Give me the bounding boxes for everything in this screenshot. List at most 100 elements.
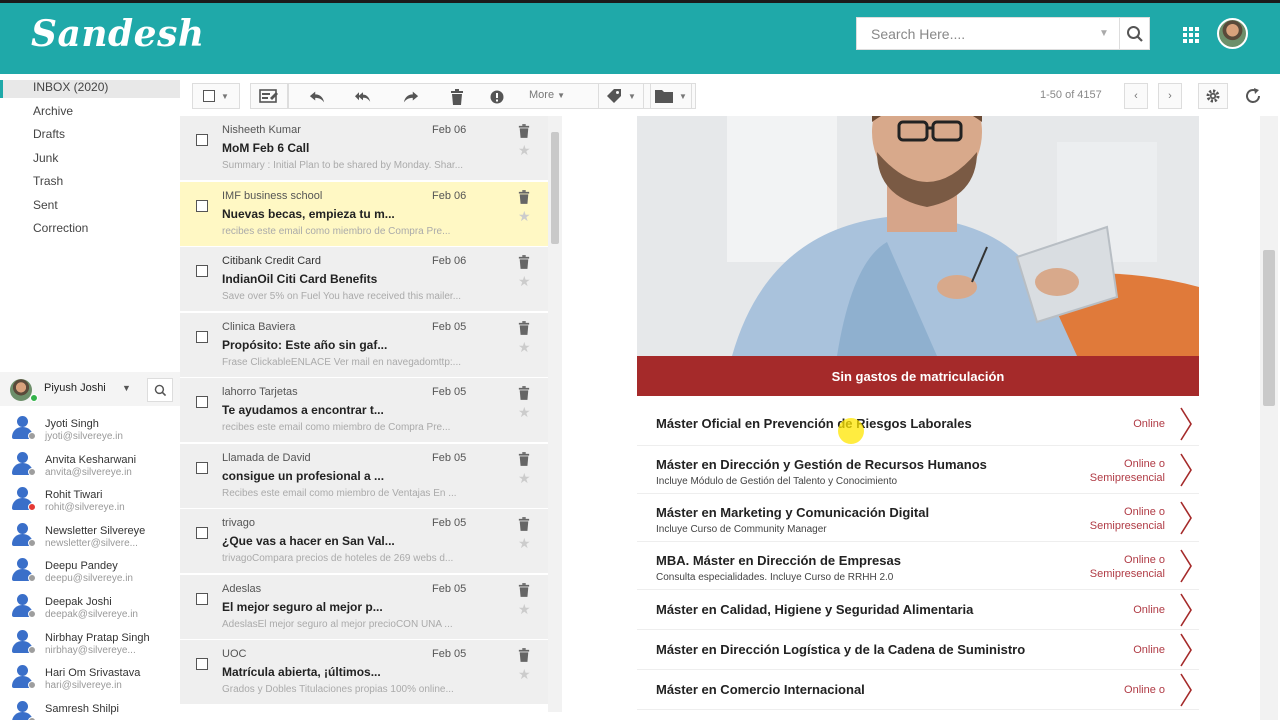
delete-icon[interactable]: [518, 189, 530, 209]
folder-drafts[interactable]: Drafts: [33, 127, 65, 145]
search-input[interactable]: [857, 18, 1119, 49]
star-icon[interactable]: ★: [518, 535, 531, 552]
mail-checkbox[interactable]: [196, 658, 208, 670]
delete-icon[interactable]: [518, 517, 530, 536]
forward-icon[interactable]: [403, 89, 419, 105]
course-row[interactable]: Máster en Marketing y Comunicación Digit…: [637, 494, 1199, 542]
mail-checkbox[interactable]: [196, 330, 208, 343]
contact-item[interactable]: Anvita Kesharwani anvita@silvereye.in: [0, 448, 180, 484]
mail-row[interactable]: Nisheeth Kumar Feb 06 MoM Feb 6 Call Summar…: [180, 116, 548, 181]
delete-icon[interactable]: [518, 124, 530, 143]
folder-trash[interactable]: Trash: [33, 174, 63, 192]
star-icon[interactable]: ★: [518, 273, 531, 290]
contact-item[interactable]: Jyoti Singh jyoti@silvereye.in: [0, 412, 180, 448]
mail-checkbox[interactable]: [196, 592, 208, 605]
mail-subject: MoM Feb 6 Call: [222, 141, 310, 155]
star-icon[interactable]: ★: [518, 601, 531, 618]
compose-button[interactable]: [250, 83, 288, 109]
apps-grid-icon[interactable]: [1183, 27, 1199, 43]
contact-item[interactable]: Samresh Shilpi: [0, 697, 180, 720]
course-row[interactable]: Máster Oficial en Prevención de Riesgos …: [637, 402, 1199, 446]
next-page-button[interactable]: ›: [1158, 83, 1182, 109]
mail-row[interactable]: Clinica Baviera Feb 05 Propósito: Este año…: [180, 312, 548, 378]
course-mode-line: Semipresencial: [1089, 472, 1165, 484]
delete-icon[interactable]: [518, 648, 530, 667]
refresh-icon[interactable]: [1244, 87, 1262, 110]
select-all-button[interactable]: ▼: [192, 83, 240, 109]
folder-inbox[interactable]: INBOX (2020): [0, 80, 180, 98]
chevron-right-icon[interactable]: [1179, 673, 1193, 712]
folder-archive[interactable]: Archive: [33, 104, 73, 122]
mail-row[interactable]: Llamada de David Feb 05 consigue un profes…: [180, 443, 548, 509]
mail-row[interactable]: UOC Feb 05 Matrícula abierta, ¡últimos... G…: [180, 640, 548, 705]
contact-item[interactable]: Nirbhay Pratap Singh nirbhay@silvereye...: [0, 626, 180, 662]
contact-search-button[interactable]: [147, 378, 173, 402]
more-menu-button[interactable]: More ▼: [529, 89, 565, 101]
delete-icon[interactable]: [518, 386, 530, 405]
mail-checkbox[interactable]: [196, 265, 208, 277]
chevron-down-icon[interactable]: ▼: [122, 383, 131, 393]
star-icon[interactable]: ★: [518, 142, 531, 159]
mail-checkbox[interactable]: [196, 527, 208, 539]
star-icon[interactable]: ★: [518, 470, 531, 487]
mail-checkbox[interactable]: [196, 396, 208, 408]
settings-button[interactable]: [1198, 83, 1228, 109]
course-row[interactable]: MBA. Máster en Dirección de Empresas Cons…: [637, 542, 1199, 590]
search-button[interactable]: [1119, 18, 1149, 49]
mail-row[interactable]: Adeslas Feb 05 El mejor seguro al mejor p.…: [180, 574, 548, 640]
search-dropdown-icon[interactable]: ▼: [1099, 28, 1109, 39]
chevron-right-icon[interactable]: [1179, 453, 1193, 492]
contact-item[interactable]: Deepak Joshi deepak@silvereye.in: [0, 590, 180, 626]
contact-person-icon: [11, 665, 36, 690]
folder-junk[interactable]: Junk: [33, 151, 58, 169]
contact-item[interactable]: Newsletter Silvereye newsletter@silvere..…: [0, 519, 180, 555]
course-row[interactable]: Máster en Calidad, Higiene y Seguridad A…: [637, 590, 1199, 630]
contact-email: hari@silvereye.in: [45, 680, 122, 692]
label-button[interactable]: ▼: [598, 83, 644, 109]
mail-row[interactable]: trivago Feb 05 ¿Que vas a hacer en San Val…: [180, 509, 548, 574]
star-icon[interactable]: ★: [518, 404, 531, 421]
move-to-folder-button[interactable]: ▼: [650, 83, 692, 109]
mail-list-scrollbar[interactable]: [548, 116, 562, 712]
mail-checkbox[interactable]: [196, 134, 208, 146]
mail-row[interactable]: lahorro Tarjetas Feb 05 Te ayudamos a enco…: [180, 378, 548, 443]
folder-correction[interactable]: Correction: [33, 221, 88, 239]
mail-row[interactable]: IMF business school Feb 06 Nuevas becas, e…: [180, 181, 548, 247]
chevron-right-icon[interactable]: [1179, 501, 1193, 540]
contact-item[interactable]: Hari Om Srivastava hari@silvereye.in: [0, 661, 180, 697]
contact-item[interactable]: Rohit Tiwari rohit@silvereye.in: [0, 483, 180, 519]
course-row[interactable]: Máster en Dirección Logística y de la Ca…: [637, 630, 1199, 670]
mail-checkbox[interactable]: [196, 461, 208, 474]
course-row[interactable]: Máster en Comercio Internacional Online o: [637, 670, 1199, 710]
reading-pane: Sin gastos de matriculación Máster Ofici…: [563, 116, 1260, 720]
mail-row[interactable]: Citibank Credit Card Feb 06 IndianOil Citi…: [180, 247, 548, 312]
chevron-right-icon[interactable]: [1179, 593, 1193, 632]
mail-checkbox[interactable]: [196, 199, 208, 212]
delete-icon[interactable]: [518, 451, 530, 471]
star-icon[interactable]: ★: [518, 208, 531, 225]
course-row[interactable]: Máster en Dirección y Gestión de Recurso…: [637, 446, 1199, 494]
chevron-right-icon[interactable]: [1179, 407, 1193, 446]
reply-all-icon[interactable]: [355, 89, 371, 105]
delete-icon[interactable]: [449, 89, 465, 105]
reading-pane-scrollbar[interactable]: [1260, 116, 1278, 720]
user-avatar[interactable]: [1217, 18, 1248, 49]
star-icon[interactable]: ★: [518, 666, 531, 683]
reply-icon[interactable]: [309, 89, 325, 105]
delete-icon[interactable]: [518, 582, 530, 602]
scrollbar-thumb[interactable]: [1263, 250, 1275, 406]
app-logo[interactable]: Sandesh: [31, 13, 205, 55]
presence-status-icon: [28, 432, 36, 440]
prev-page-button[interactable]: ‹: [1124, 83, 1148, 109]
contact-item[interactable]: Deepu Pandey deepu@silvereye.in: [0, 554, 180, 590]
current-user-row[interactable]: Piyush Joshi ▼: [0, 372, 180, 406]
chevron-right-icon[interactable]: [1179, 549, 1193, 588]
contact-name: Samresh Shilpi: [45, 702, 119, 715]
chevron-right-icon[interactable]: [1179, 633, 1193, 672]
folder-sent[interactable]: Sent: [33, 198, 58, 216]
spam-icon[interactable]: [489, 89, 505, 105]
delete-icon[interactable]: [518, 320, 530, 340]
scrollbar-thumb[interactable]: [551, 132, 559, 244]
star-icon[interactable]: ★: [518, 339, 531, 356]
delete-icon[interactable]: [518, 255, 530, 274]
